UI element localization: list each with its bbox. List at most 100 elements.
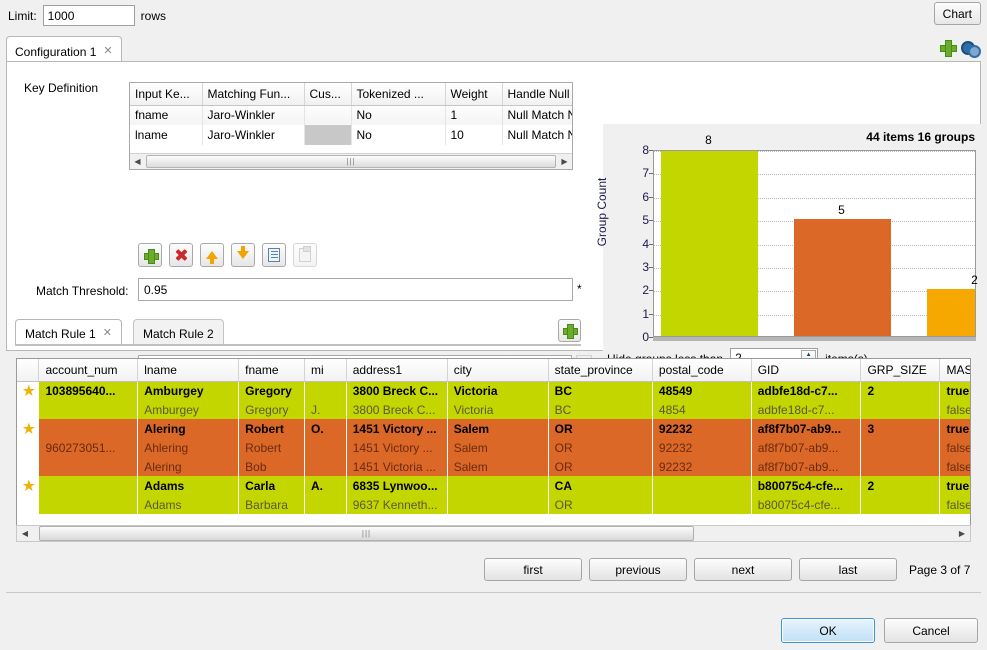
cell-city[interactable]: Victoria xyxy=(447,381,548,400)
cell-grp-size[interactable] xyxy=(861,495,940,514)
cell-fname[interactable]: Gregory xyxy=(239,400,305,419)
table-row[interactable]: AdamsBarbara9637 Kenneth...ORb80075c4-cf… xyxy=(17,495,971,514)
col-input-key[interactable]: Input Ke... xyxy=(130,83,202,105)
cell-city[interactable] xyxy=(447,476,548,495)
cell-address1[interactable]: 1451 Victory ... xyxy=(346,438,447,457)
cell-tokenized[interactable]: No xyxy=(351,125,445,145)
cell-master[interactable]: true xyxy=(940,476,971,495)
cell-lname[interactable]: Adams xyxy=(138,495,239,514)
cell-city[interactable]: Salem xyxy=(447,438,548,457)
cell-custom[interactable] xyxy=(304,125,351,145)
move-down-button[interactable] xyxy=(231,243,255,267)
match-threshold-input[interactable] xyxy=(138,278,573,301)
close-icon[interactable]: ✕ xyxy=(103,328,112,339)
cell-postal-code[interactable] xyxy=(652,476,751,495)
chart-bar[interactable] xyxy=(661,150,758,336)
col-fname[interactable]: fname xyxy=(239,359,305,381)
cell-custom[interactable] xyxy=(304,105,351,125)
plus-icon[interactable] xyxy=(940,40,955,55)
results-hscrollbar[interactable]: ◀ ||| ▶ xyxy=(16,525,971,542)
cell-lname[interactable]: Alering xyxy=(138,419,239,438)
cell-mi[interactable]: A. xyxy=(305,476,347,495)
gears-icon[interactable] xyxy=(961,40,977,55)
cell-mi[interactable] xyxy=(305,381,347,400)
cell-account-num[interactable] xyxy=(39,400,138,419)
cell-gid[interactable]: adbfe18d-c7... xyxy=(751,381,861,400)
col-master[interactable]: MASTER xyxy=(940,359,971,381)
col-account-num[interactable]: account_num xyxy=(39,359,138,381)
chart-bar[interactable] xyxy=(927,289,976,336)
cell-weight[interactable]: 10 xyxy=(445,125,502,145)
add-match-rule-button[interactable] xyxy=(558,319,581,342)
cell-account-num[interactable] xyxy=(39,476,138,495)
col-state-province[interactable]: state_province xyxy=(548,359,652,381)
col-matching-function[interactable]: Matching Fun... xyxy=(202,83,304,105)
table-row[interactable]: ★AleringRobertO.1451 Victory ...SalemOR9… xyxy=(17,419,971,438)
col-tokenized[interactable]: Tokenized ... xyxy=(351,83,445,105)
col-lname[interactable]: lname xyxy=(138,359,239,381)
cell-master[interactable]: false xyxy=(940,400,971,419)
add-key-button[interactable] xyxy=(138,243,162,267)
cell-fname[interactable]: Robert xyxy=(239,419,305,438)
cell-postal-code[interactable]: 48549 xyxy=(652,381,751,400)
paste-button[interactable] xyxy=(293,243,317,267)
cell-account-num[interactable]: 103895640... xyxy=(39,381,138,400)
close-icon[interactable]: ✕ xyxy=(103,46,112,57)
cell-lname[interactable]: Amburgey xyxy=(138,400,239,419)
table-row[interactable]: fname Jaro-Winkler No 1 Null Match Nu xyxy=(130,105,573,125)
table-row[interactable]: ★103895640...AmburgeyGregory3800 Breck C… xyxy=(17,381,971,400)
cell-grp-size[interactable] xyxy=(861,457,940,476)
previous-page-button[interactable]: previous xyxy=(589,558,687,581)
cell-gid[interactable]: af8f7b07-ab9... xyxy=(751,438,861,457)
cell-handle-null[interactable]: Null Match Nu xyxy=(502,125,573,145)
cell-city[interactable]: Salem xyxy=(447,457,548,476)
first-page-button[interactable]: first xyxy=(484,558,582,581)
cell-state-province[interactable]: OR xyxy=(548,457,652,476)
cell-state-province[interactable]: OR xyxy=(548,419,652,438)
delete-key-button[interactable] xyxy=(169,243,193,267)
ok-button[interactable]: OK xyxy=(781,618,875,643)
scroll-left-icon[interactable]: ◀ xyxy=(130,157,145,166)
cell-grp-size[interactable] xyxy=(861,400,940,419)
cell-fname[interactable]: Robert xyxy=(239,438,305,457)
cell-fname[interactable]: Gregory xyxy=(239,381,305,400)
cell-matching-function[interactable]: Jaro-Winkler xyxy=(202,105,304,125)
cell-matching-function[interactable]: Jaro-Winkler xyxy=(202,125,304,145)
cell-address1[interactable]: 1451 Victory ... xyxy=(346,419,447,438)
cell-lname[interactable]: Alering xyxy=(138,457,239,476)
cell-master[interactable]: false xyxy=(940,495,971,514)
cell-tokenized[interactable]: No xyxy=(351,105,445,125)
cell-address1[interactable]: 6835 Lynwoo... xyxy=(346,476,447,495)
col-custom[interactable]: Cus... xyxy=(304,83,351,105)
cell-account-num[interactable] xyxy=(39,457,138,476)
cell-grp-size[interactable]: 2 xyxy=(861,381,940,400)
cell-mi[interactable] xyxy=(305,457,347,476)
tab-configuration-1[interactable]: Configuration 1 ✕ xyxy=(6,36,122,62)
cell-fname[interactable]: Bob xyxy=(239,457,305,476)
cell-account-num[interactable] xyxy=(39,419,138,438)
table-row[interactable]: AmburgeyGregoryJ.3800 Breck C...Victoria… xyxy=(17,400,971,419)
move-up-button[interactable] xyxy=(200,243,224,267)
cell-lname[interactable]: Ahlering xyxy=(138,438,239,457)
cell-grp-size[interactable]: 2 xyxy=(861,476,940,495)
cell-grp-size[interactable] xyxy=(861,438,940,457)
cell-master[interactable]: true xyxy=(940,381,971,400)
col-city[interactable]: city xyxy=(447,359,548,381)
cell-address1[interactable]: 3800 Breck C... xyxy=(346,400,447,419)
cell-grp-size[interactable]: 3 xyxy=(861,419,940,438)
last-page-button[interactable]: last xyxy=(799,558,897,581)
table-row[interactable]: AleringBob1451 Victoria ...SalemOR92232a… xyxy=(17,457,971,476)
scroll-thumb[interactable]: ||| xyxy=(146,155,556,168)
cell-postal-code[interactable] xyxy=(652,495,751,514)
cancel-button[interactable]: Cancel xyxy=(884,618,978,643)
cell-master[interactable]: false xyxy=(940,438,971,457)
cell-city[interactable]: Victoria xyxy=(447,400,548,419)
cell-address1[interactable]: 1451 Victoria ... xyxy=(346,457,447,476)
cell-input-key[interactable]: fname xyxy=(130,105,202,125)
chart-button[interactable]: Chart xyxy=(934,2,981,25)
cell-account-num[interactable]: 960273051... xyxy=(39,438,138,457)
cell-state-province[interactable]: BC xyxy=(548,381,652,400)
cell-mi[interactable] xyxy=(305,495,347,514)
table-row[interactable]: ★AdamsCarlaA.6835 Lynwoo...CAb80075c4-cf… xyxy=(17,476,971,495)
scroll-track[interactable]: ||| xyxy=(33,526,954,541)
